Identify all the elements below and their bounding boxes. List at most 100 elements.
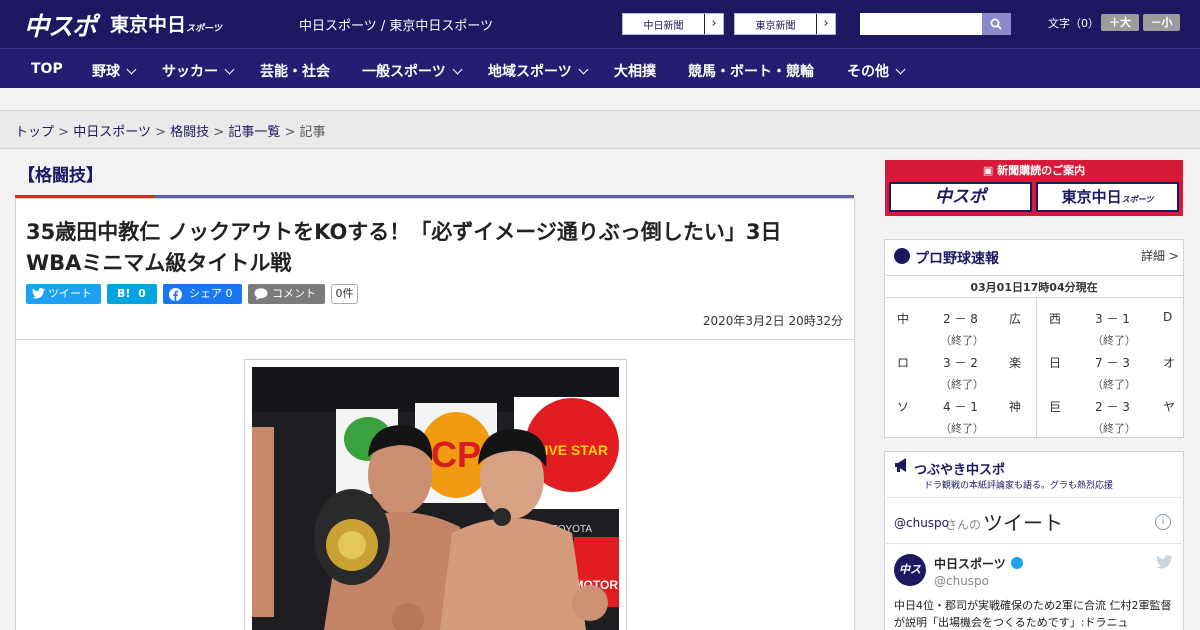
chevron-down-icon — [895, 64, 906, 75]
chevron-down-icon — [452, 64, 463, 75]
team-away: 神 — [1009, 400, 1022, 414]
photo-sign-five-star: FIVE STAR — [536, 442, 608, 458]
team-away: オ — [1163, 356, 1176, 370]
chunichi-shimbun-label: 中日新聞 — [643, 21, 684, 32]
search-input[interactable] — [860, 13, 982, 35]
article-divider — [16, 339, 854, 340]
site-tagline: 中日スポーツ / 東京中日スポーツ — [299, 19, 494, 34]
nav-item-soccer[interactable]: サッカー — [162, 61, 235, 81]
article-photo[interactable]: CP FIVE STAR TOYOTA MOTOR — [252, 367, 619, 630]
team-home: 中 — [897, 312, 910, 326]
game-score[interactable]: 7 － 3 — [1095, 354, 1130, 371]
tweet-text: 中日4位・郡司が実戦確保のため2軍に合流 仁村2軍監督が説明「出場機会をつくるた… — [894, 599, 1172, 629]
baseball-details-link[interactable]: 詳細 > — [1141, 247, 1179, 264]
game-score[interactable]: 2 － 3 — [1095, 398, 1130, 415]
font-size-down-button[interactable]: －小 — [1143, 14, 1180, 31]
tokyo-logo-text: 東京中日 — [110, 14, 187, 36]
chuspo-logo[interactable]: 中スポ — [24, 7, 97, 43]
game-status: （終了） — [940, 422, 984, 435]
photo-sign-cp: CP — [431, 434, 481, 475]
nav-label: 芸能・社会 — [260, 64, 330, 80]
comment-count-badge: 0件 — [331, 284, 358, 304]
nav-item-regional-sports[interactable]: 地域スポーツ — [488, 61, 589, 81]
tokyo-shimbun-label: 東京新聞 — [755, 21, 796, 32]
game-status: （終了） — [1092, 378, 1136, 391]
breadcrumb-chunichi-sports[interactable]: 中日スポーツ — [73, 125, 151, 140]
team-home: ロ — [897, 356, 910, 370]
tokyo-chunichi-logo[interactable]: 東京中日スポーツ — [110, 10, 222, 37]
tweets-divider — [884, 497, 1184, 498]
subscription-caption: ▣ 新聞購読のご案内 — [885, 162, 1183, 178]
search-button[interactable] — [982, 13, 1011, 35]
tweet-share-button[interactable]: ツイート — [26, 284, 101, 304]
team-away: ヤ — [1163, 400, 1176, 414]
comment-bubble-icon — [254, 288, 268, 300]
hatena-bookmark-button[interactable]: B! 0 — [107, 284, 157, 304]
breadcrumb-combat-sports[interactable]: 格闘技 — [170, 125, 209, 140]
article-headline: 35歳田中教仁 ノックアウトをKOする！「必ずイメージ通りぶっ倒したい」3日WB… — [26, 220, 782, 275]
game-score[interactable]: 3 － 2 — [943, 354, 978, 371]
chevron-down-icon — [126, 64, 137, 75]
breadcrumb-separator: > — [155, 125, 166, 140]
tweets-divider — [884, 543, 1184, 544]
nav-item-top[interactable]: TOP — [31, 61, 63, 77]
tweets-subtitle: ドラ観戦の本紙評論家も語る。グラも熱烈応援 — [924, 481, 1114, 491]
baseball-title: プロ野球速報 — [915, 251, 999, 267]
game-status: （終了） — [1092, 334, 1136, 347]
nav-item-sumo[interactable]: 大相撲 — [614, 61, 656, 81]
article-date: 2020年3月2日 20時32分 — [702, 314, 843, 328]
breadcrumb-separator: > — [213, 125, 225, 140]
facebook-share-button[interactable]: シェア 0 — [163, 284, 242, 304]
team-home: 西 — [1049, 312, 1062, 326]
breadcrumb-current: 記事 — [299, 125, 326, 140]
chunichi-shimbun-link[interactable]: 中日新聞 › — [622, 13, 724, 35]
baseball-column-divider — [1036, 298, 1037, 437]
nav-label: 競馬・ボート・競輪 — [688, 64, 814, 80]
font-size-up-button[interactable]: ＋大 — [1101, 14, 1139, 31]
game-score[interactable]: 4 － 1 — [943, 398, 978, 415]
nav-item-other[interactable]: その他 — [847, 61, 906, 81]
subscription-banner[interactable]: ▣ 新聞購読のご案内 中スポ 東京中日スポーツ — [885, 160, 1183, 216]
breadcrumb: トップ > 中日スポーツ > 格闘技 > 記事一覧 > 記事 — [15, 121, 326, 140]
twitter-bird-icon[interactable] — [1156, 555, 1173, 569]
info-icon[interactable]: i — [1155, 514, 1171, 530]
game-status: （終了） — [940, 378, 984, 391]
game-status: （終了） — [940, 334, 984, 347]
nav-item-general-sports[interactable]: 一般スポーツ — [362, 61, 463, 81]
tokyo-shimbun-link[interactable]: 東京新聞 › — [734, 13, 836, 35]
chevron-right-icon: › — [704, 14, 723, 34]
nav-label: TOP — [31, 61, 63, 77]
subscribe-tokyo-small: スポーツ — [1121, 195, 1154, 204]
tweets-heading: ツイート — [983, 511, 1063, 535]
subscribe-chuspo-button[interactable]: 中スポ — [889, 182, 1032, 212]
hatena-count: 0 — [138, 287, 146, 300]
tokyo-logo-small: スポーツ — [186, 24, 222, 34]
team-home: ソ — [897, 400, 910, 414]
subscribe-tokyo-chunichi-button[interactable]: 東京中日スポーツ — [1036, 182, 1179, 212]
avatar[interactable]: 中スポ — [894, 554, 926, 608]
team-home: 巨 — [1049, 400, 1062, 414]
tweets-title: つぶやき中スポ — [914, 463, 1006, 478]
nav-item-entertainment[interactable]: 芸能・社会 — [260, 61, 330, 81]
newspaper-icon: ▣ — [982, 164, 998, 177]
comment-label: コメント — [272, 287, 316, 300]
subscription-caption-text: 新聞購読のご案内 — [997, 164, 1086, 177]
breadcrumb-top[interactable]: トップ — [15, 125, 54, 140]
nav-label: 野球 — [92, 64, 120, 80]
nav-item-baseball[interactable]: 野球 — [92, 61, 137, 81]
twitter-handle-link[interactable]: @chuspo — [894, 516, 949, 530]
nav-label: 地域スポーツ — [488, 64, 572, 80]
account-handle[interactable]: @chuspo — [934, 574, 989, 588]
game-score[interactable]: 3 － 1 — [1095, 310, 1130, 327]
nav-item-racing[interactable]: 競馬・ボート・競輪 — [688, 61, 814, 81]
baseball-scores-box — [884, 239, 1184, 438]
game-score[interactable]: 2 － 8 — [943, 310, 978, 327]
nav-label: その他 — [847, 64, 889, 80]
category-heading: 【格闘技】 — [18, 166, 103, 186]
team-home: 日 — [1049, 356, 1062, 370]
breadcrumb-article-list[interactable]: 記事一覧 — [228, 125, 280, 140]
font-size-label: 文字（0） — [1048, 17, 1099, 30]
comment-button[interactable]: コメント — [248, 284, 325, 304]
account-name[interactable]: 中日スポーツ — [934, 555, 1006, 572]
baseball-timestamp: 03月01日17時04分現在 — [970, 281, 1098, 294]
